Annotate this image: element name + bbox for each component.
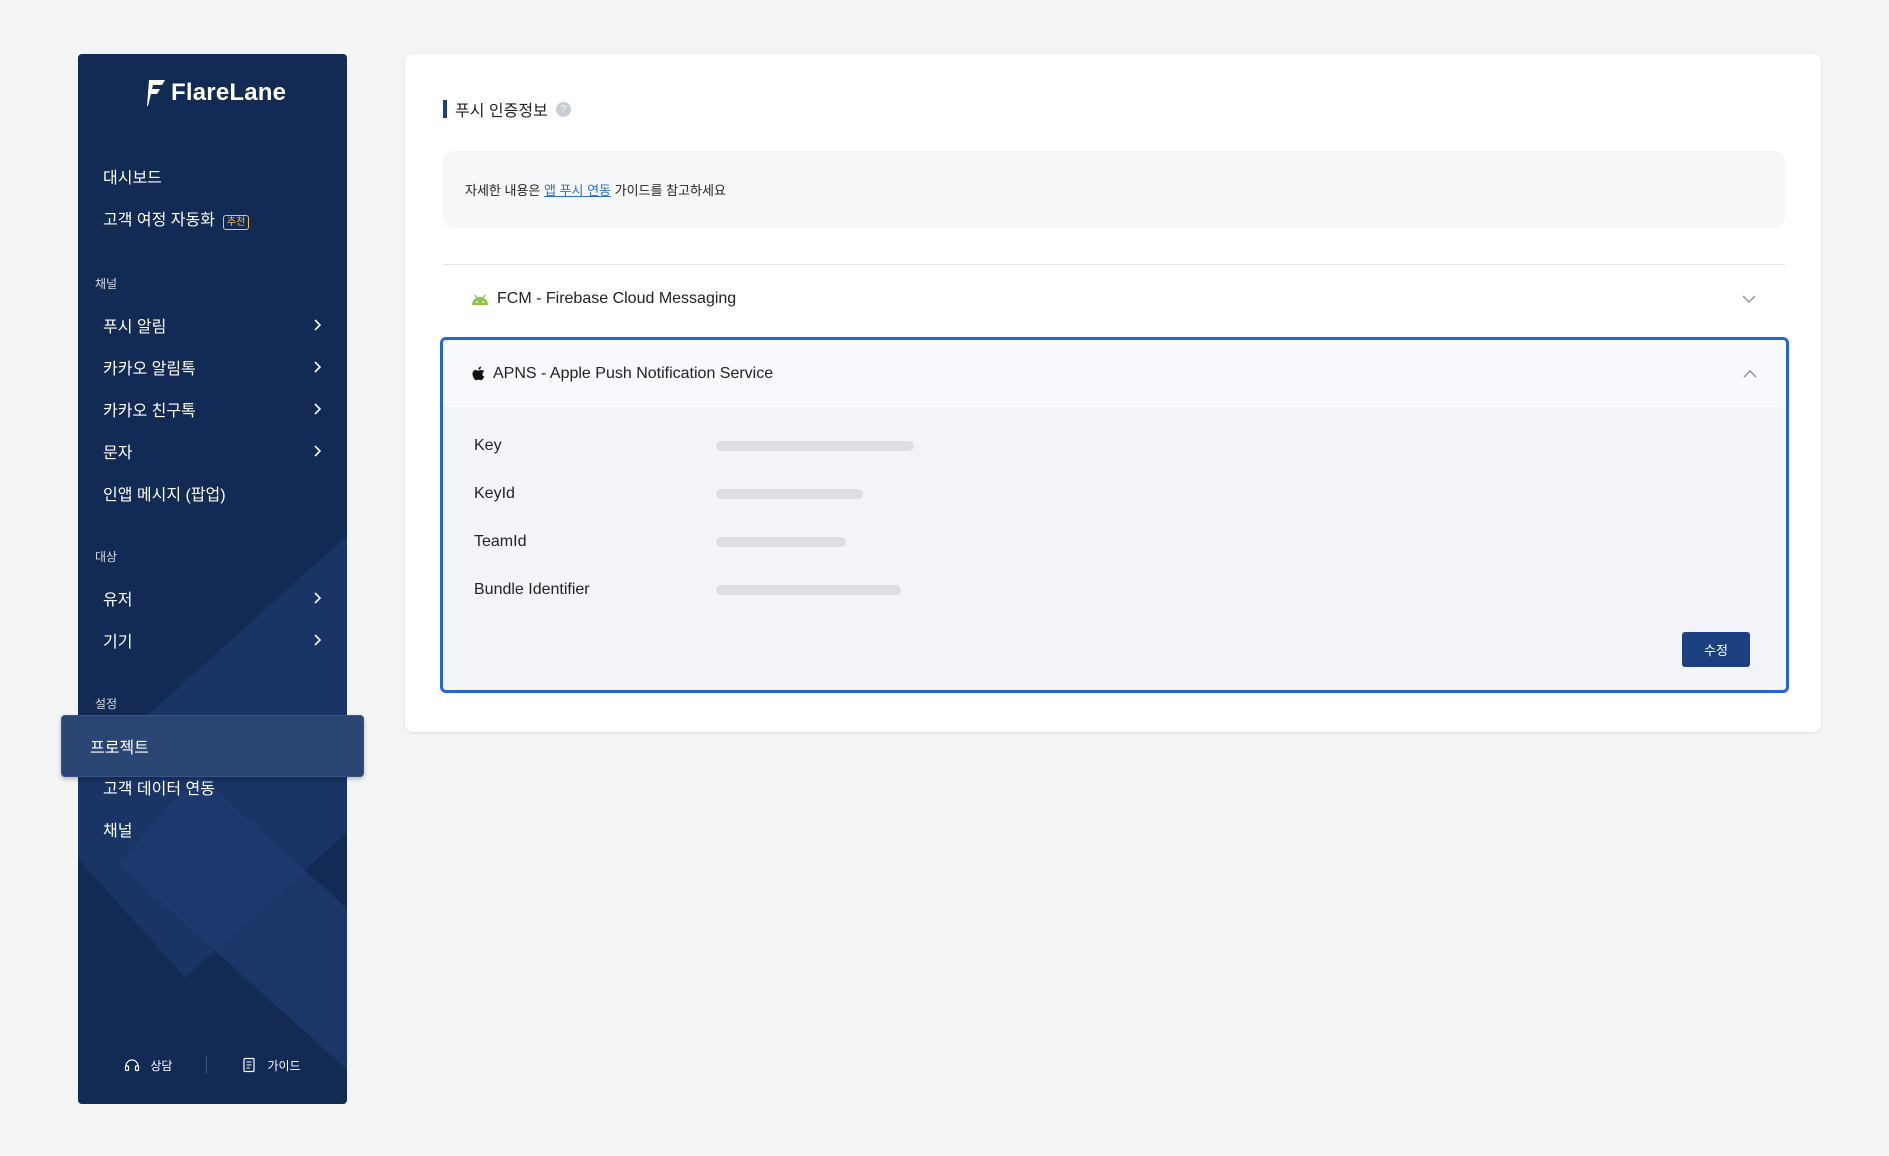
sidebar-item-label: 기기 [103,634,133,651]
page-title-text: 푸시 인증정보 [455,103,548,120]
apns-accordion-header[interactable]: APNS - Apple Push Notification Service [443,340,1786,407]
section-label-target: 대상 [95,550,118,564]
help-icon[interactable]: ? [555,101,571,117]
field-keyid: KeyId [474,484,1074,504]
sidebar-item-label: 인앱 메시지 (팝업) [103,487,226,504]
sidebar-item-label: 유저 [103,592,133,609]
sidebar-item-sms[interactable]: 문자 [103,436,323,466]
sidebar-item-project[interactable]: 프로젝트 [61,715,364,777]
info-suffix: 가이드를 참고하세요 [611,183,726,198]
field-key: Key [474,436,1074,456]
recommend-badge: 추천 [222,215,250,230]
sidebar-item-dashboard[interactable]: 대시보드 [103,161,323,191]
android-icon [472,294,488,305]
sidebar-item-label: 문자 [103,445,133,462]
value-skeleton [716,537,846,547]
fcm-accordion-header[interactable]: FCM - Firebase Cloud Messaging [443,266,1785,332]
field-label: KeyId [474,485,515,502]
sidebar-item-users[interactable]: 유저 [103,583,323,613]
sidebar: FlareLane 대시보드 고객 여정 자동화 추천 채널 푸시 알림 카카오 … [61,54,364,1104]
consult-label: 상담 [150,1058,173,1073]
section-divider [443,264,1785,265]
apple-icon [472,366,485,380]
sidebar-footer: 상담 가이드 [78,1050,347,1080]
guide-button[interactable]: 가이드 [241,1057,301,1074]
field-teamid: TeamId [474,532,1074,552]
sidebar-item-label: 고객 여정 자동화 [103,212,215,229]
document-icon [243,1057,256,1073]
field-label: TeamId [474,533,527,550]
footer-divider [206,1056,208,1074]
value-skeleton [716,585,901,595]
sidebar-item-customer-data[interactable]: 고객 데이터 연동 [103,772,323,802]
sidebar-item-label: 고객 데이터 연동 [103,781,215,798]
chevron-right-icon [314,592,322,604]
chevron-up-icon [1743,369,1757,377]
headset-icon [125,1059,140,1072]
sidebar-item-journey-automation[interactable]: 고객 여정 자동화 추천 [103,203,323,233]
sidebar-item-label: 대시보드 [103,170,162,187]
flarelane-logo-icon [147,80,165,106]
field-label: Bundle Identifier [474,581,590,598]
page-title: 푸시 인증정보 ? [443,97,571,121]
consult-button[interactable]: 상담 [124,1057,172,1074]
sidebar-item-settings-channel[interactable]: 채널 [103,814,323,844]
logo[interactable]: FlareLane [147,79,287,106]
sidebar-item-label: 채널 [103,823,133,840]
sidebar-item-kakao-friendtalk[interactable]: 카카오 친구톡 [103,394,323,424]
info-prefix: 자세한 내용은 [465,183,544,198]
sidebar-item-push[interactable]: 푸시 알림 [103,310,323,340]
sidebar-item-inapp[interactable]: 인앱 메시지 (팝업) [103,478,323,508]
info-box: 자세한 내용은 앱 푸시 연동 가이드를 참고하세요 [443,151,1785,228]
chevron-down-icon [1742,295,1756,303]
chevron-right-icon [314,403,322,415]
brand-name: FlareLane [171,79,287,106]
push-guide-link[interactable]: 앱 푸시 연동 [544,180,611,199]
value-skeleton [716,441,914,451]
sidebar-item-label: 카카오 알림톡 [103,361,196,378]
chevron-right-icon [314,361,322,373]
sidebar-item-kakao-alimtalk[interactable]: 카카오 알림톡 [103,352,323,382]
fcm-title: FCM - Firebase Cloud Messaging [497,290,737,307]
section-label-channel: 채널 [95,277,118,291]
title-accent-bar [443,100,447,118]
field-label: Key [474,437,502,454]
chevron-right-icon [314,634,322,646]
value-skeleton [716,489,863,499]
push-credentials-panel: 푸시 인증정보 ? 자세한 내용은 앱 푸시 연동 가이드를 참고하세요 FCM… [405,54,1821,732]
field-bundle-identifier: Bundle Identifier [474,580,1074,600]
chevron-right-icon [314,445,322,457]
section-label-settings: 설정 [95,697,118,711]
sidebar-item-label: 카카오 친구톡 [103,403,196,420]
sidebar-item-devices[interactable]: 기기 [103,625,323,655]
guide-label: 가이드 [267,1058,301,1073]
apns-accordion: APNS - Apple Push Notification Service K… [440,337,1789,693]
apns-title: APNS - Apple Push Notification Service [493,364,774,382]
sidebar-item-label: 프로젝트 [90,740,149,757]
sidebar-item-label: 푸시 알림 [103,319,167,336]
chevron-right-icon [314,319,322,331]
edit-button[interactable]: 수정 [1682,632,1750,667]
